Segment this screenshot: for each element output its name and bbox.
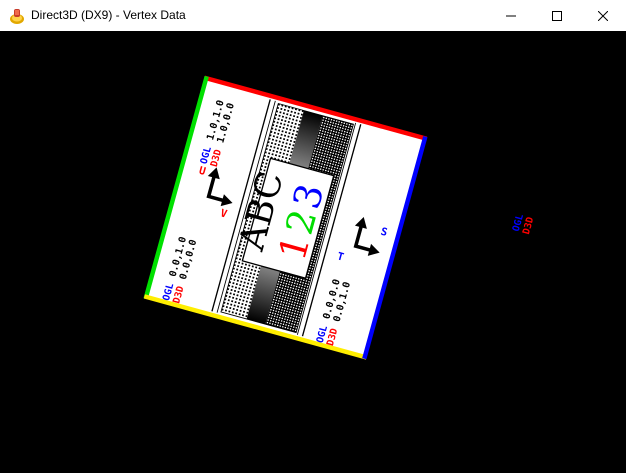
close-icon: [598, 10, 608, 21]
app-icon: [10, 9, 24, 24]
minimize-button[interactable]: [488, 0, 534, 31]
maximize-icon: [552, 10, 562, 21]
minimize-icon: [506, 15, 516, 16]
maximize-button[interactable]: [534, 0, 580, 31]
close-button[interactable]: [580, 0, 626, 31]
title-bar[interactable]: Direct3D (DX9) - Vertex Data: [0, 0, 626, 32]
window-title: Direct3D (DX9) - Vertex Data: [31, 8, 186, 22]
render-viewport[interactable]: ABC 1 2 3 OGL 1.0,1.0 D3D 1.0,0.0 OGL 0.…: [0, 31, 626, 473]
rendered-quad-scene: ABC 1 2 3 OGL 1.0,1.0 D3D 1.0,0.0 OGL 0.…: [143, 75, 549, 360]
textured-quad: ABC 1 2 3 OGL 1.0,1.0 D3D 1.0,0.0 OGL 0.…: [143, 75, 549, 360]
app-window: Direct3D (DX9) - Vertex Data ABC 1 2 3 O…: [0, 0, 626, 473]
